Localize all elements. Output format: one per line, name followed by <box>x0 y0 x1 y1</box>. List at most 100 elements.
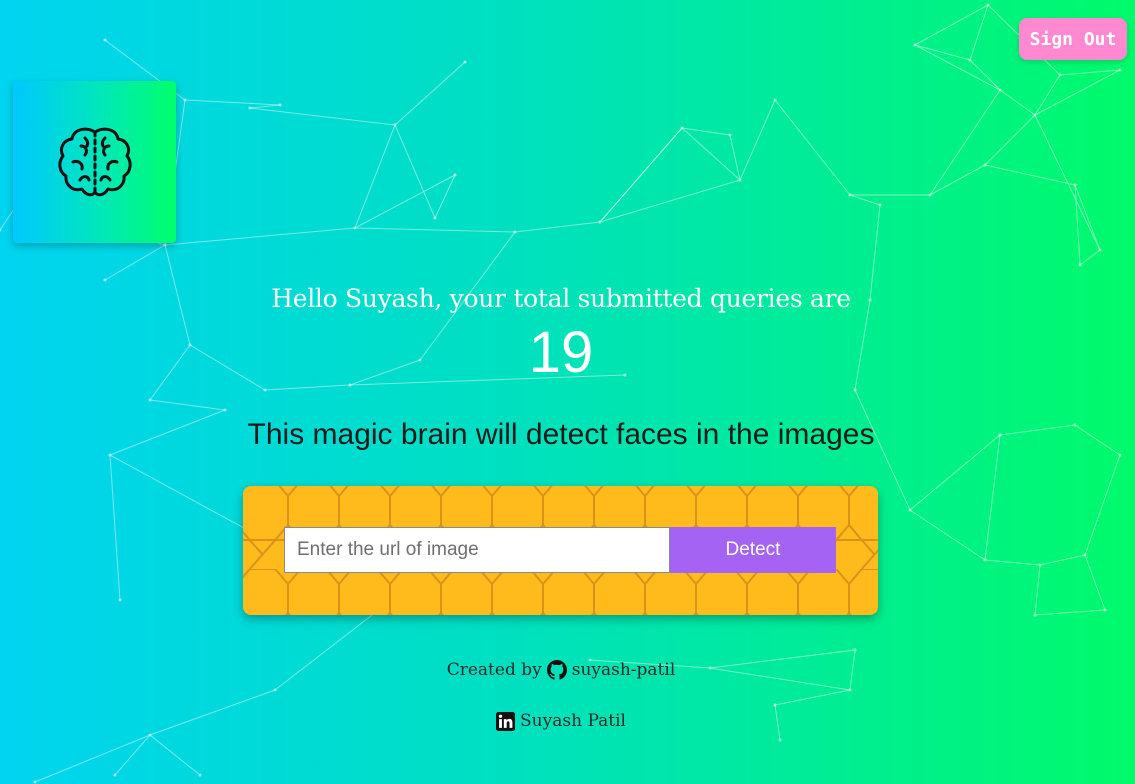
network-line <box>914 44 971 61</box>
created-by-label: Created by <box>446 660 542 680</box>
image-link-form: Detect <box>243 486 878 615</box>
greeting-text: Hello Suyash, your total submitted queri… <box>271 284 851 313</box>
network-line <box>1084 554 1106 611</box>
network-node <box>848 193 852 197</box>
network-node <box>983 558 987 562</box>
network-line <box>599 179 741 223</box>
network-node <box>198 773 202 777</box>
github-icon <box>546 660 567 680</box>
network-node <box>0 228 2 232</box>
network-line <box>739 99 776 181</box>
network-line <box>249 104 281 109</box>
network-line <box>999 89 1036 116</box>
network-node <box>1058 73 1062 77</box>
network-line <box>1074 184 1081 266</box>
network-line <box>729 134 741 181</box>
network-line <box>969 4 989 61</box>
created-by-line: Created by suyash-patil <box>0 660 1122 680</box>
network-node <box>513 230 517 234</box>
brain-icon <box>57 127 132 197</box>
network-line <box>984 114 1036 166</box>
network-node <box>183 98 187 102</box>
network-node <box>223 408 227 412</box>
linkedin-line: Suyash Patil <box>0 711 1122 731</box>
network-node <box>778 738 782 742</box>
network-node <box>1118 68 1122 72</box>
network-node <box>1033 113 1037 117</box>
network-node <box>1118 453 1122 457</box>
network-node <box>108 453 112 457</box>
network-line <box>984 434 1001 561</box>
network-node <box>148 398 152 402</box>
network-node <box>853 388 857 392</box>
network-line <box>149 734 201 776</box>
network-line <box>774 689 851 706</box>
network-line <box>1084 454 1121 556</box>
network-node <box>393 123 397 127</box>
network-line <box>1034 69 1121 116</box>
network-node <box>998 88 1002 92</box>
tagline: This magic brain will detect faces in th… <box>247 418 875 451</box>
image-url-input[interactable] <box>284 527 670 573</box>
network-node <box>908 508 912 512</box>
network-node <box>680 126 684 130</box>
network-node <box>878 203 882 207</box>
network-line <box>1074 184 1101 251</box>
network-node <box>463 60 467 64</box>
network-node <box>1078 263 1082 267</box>
network-node <box>1073 183 1077 187</box>
network-node <box>1033 613 1037 617</box>
query-count: 19 <box>528 320 594 385</box>
network-line <box>1034 114 1101 251</box>
network-line <box>984 164 1076 186</box>
network-node <box>113 773 117 777</box>
network-line <box>249 107 396 126</box>
logo-card[interactable] <box>13 81 176 243</box>
network-line <box>929 164 986 196</box>
network-node <box>433 216 437 220</box>
network-node <box>773 703 777 707</box>
network-line <box>149 399 226 411</box>
network-node <box>148 733 152 737</box>
network-line <box>599 127 683 223</box>
network-line <box>109 454 121 601</box>
network-line <box>929 89 1001 196</box>
network-node <box>738 178 742 182</box>
network-line <box>104 244 166 281</box>
network-line <box>681 127 741 181</box>
network-node <box>453 173 457 177</box>
network-line <box>914 4 989 46</box>
github-link[interactable]: suyash-patil <box>572 660 676 680</box>
network-node <box>278 103 282 107</box>
network-node <box>1038 563 1042 567</box>
network-node <box>1098 248 1102 252</box>
linkedin-icon <box>496 711 516 731</box>
network-line <box>184 99 281 106</box>
network-node <box>848 688 852 692</box>
network-line <box>849 194 881 206</box>
network-line <box>984 559 1041 566</box>
network-line <box>434 174 456 219</box>
network-line <box>1034 74 1061 116</box>
network-node <box>773 98 777 102</box>
network-line <box>514 221 601 233</box>
network-line <box>1034 564 1041 616</box>
linkedin-link[interactable]: Suyash Patil <box>520 711 626 731</box>
network-node <box>968 58 972 62</box>
network-line <box>1039 554 1086 566</box>
network-node <box>103 278 107 282</box>
sign-out-button[interactable]: Sign Out <box>1019 18 1127 60</box>
network-node <box>33 780 37 784</box>
detect-button[interactable]: Detect <box>670 527 836 573</box>
network-node <box>263 388 267 392</box>
network-line <box>34 734 151 783</box>
network-node <box>913 43 917 47</box>
network-line <box>1059 69 1121 76</box>
network-node <box>928 193 932 197</box>
network-node <box>983 163 987 167</box>
network-node <box>163 243 167 247</box>
network-node <box>273 688 277 692</box>
network-line <box>969 59 1001 91</box>
network-line <box>909 509 986 561</box>
network-line <box>1034 609 1106 616</box>
